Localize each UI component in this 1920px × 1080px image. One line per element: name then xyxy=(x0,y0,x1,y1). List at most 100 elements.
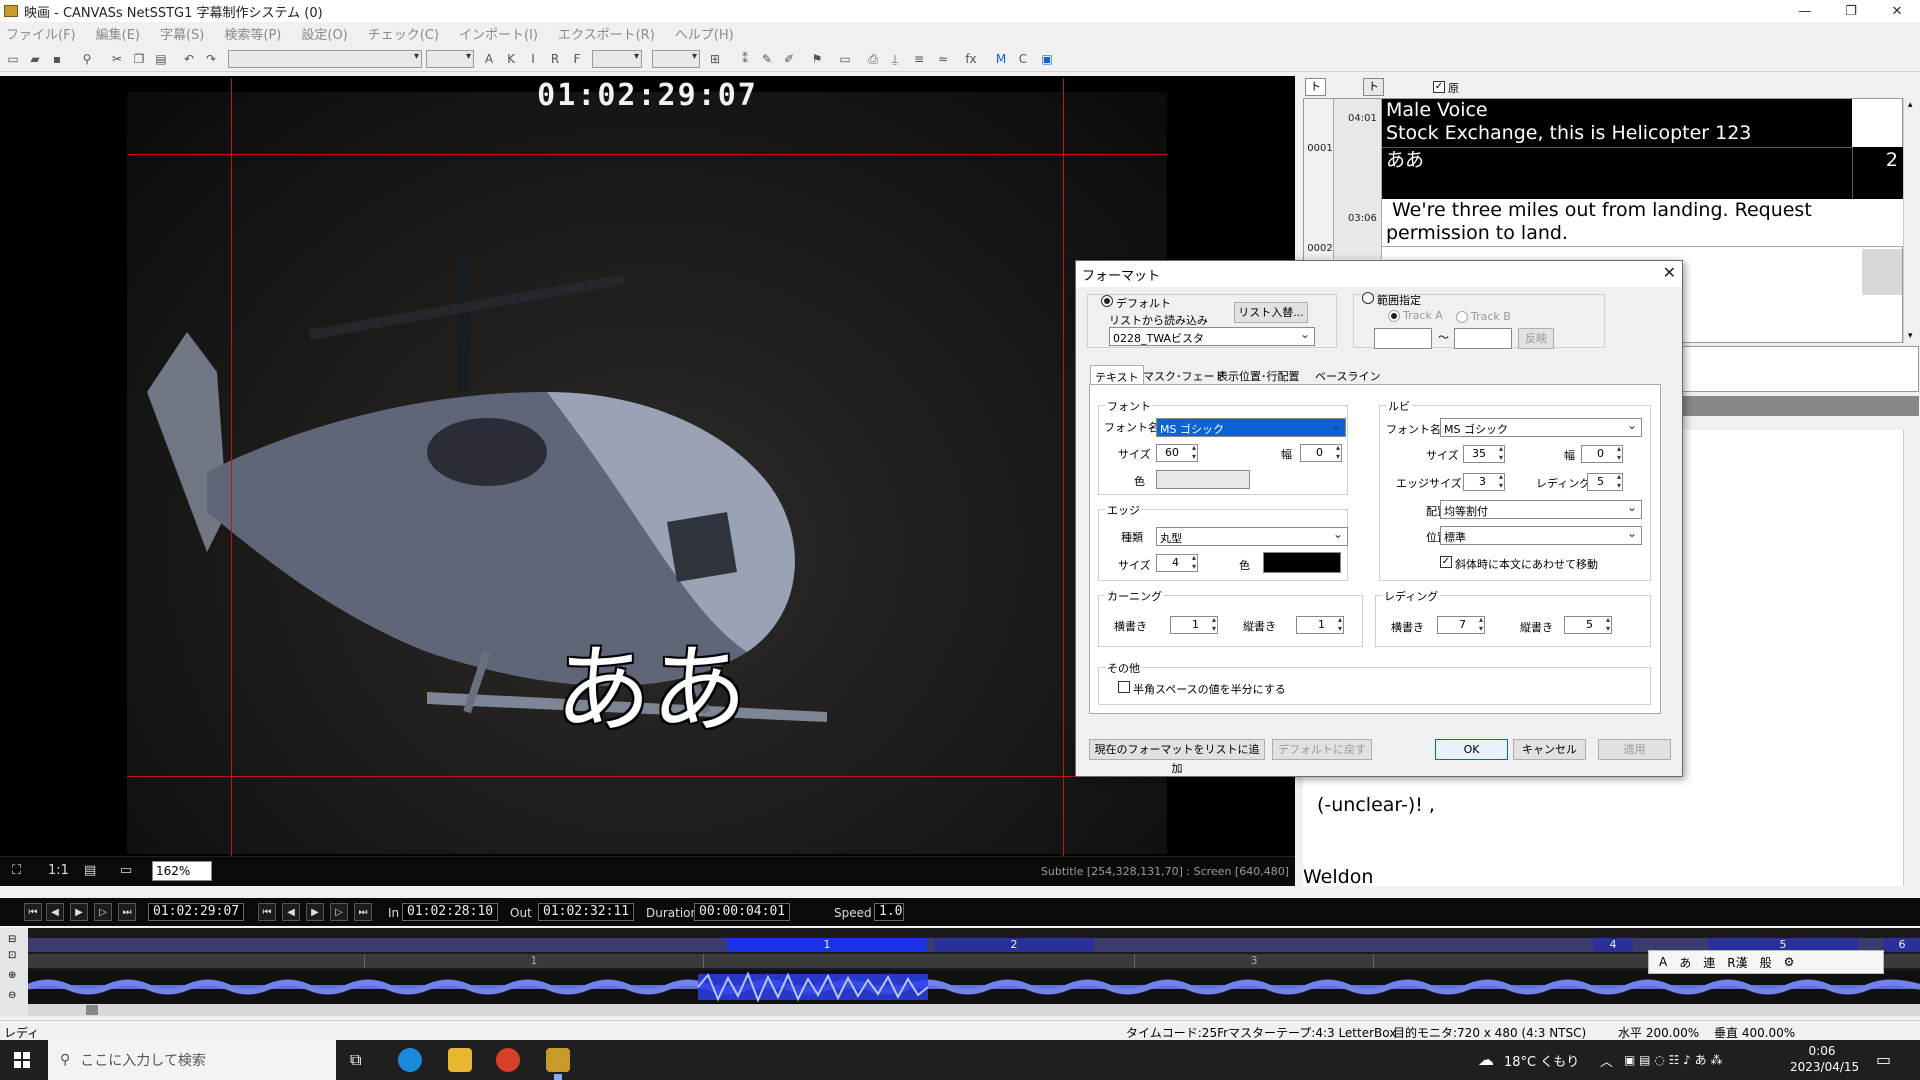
in-back-icon[interactable]: ◀ xyxy=(282,903,300,921)
track-b-radio[interactable] xyxy=(1456,311,1468,323)
track-a-seg-1[interactable]: 1 xyxy=(727,938,927,952)
reset-default-button[interactable]: デフォルトに戻す xyxy=(1272,739,1372,760)
ime-item-hiragana[interactable]: あ xyxy=(1679,954,1691,971)
ruby-leading-spinner[interactable]: 5 xyxy=(1587,472,1623,491)
add-format-button[interactable]: 現在のフォーマットをリストに追加 xyxy=(1089,739,1265,775)
redo-icon[interactable]: ↷ xyxy=(202,50,220,68)
ruby-position-select[interactable]: 標準 xyxy=(1440,526,1642,545)
font-color-swatch[interactable] xyxy=(1156,470,1250,489)
ime-mode-icon[interactable]: A xyxy=(1659,955,1667,969)
in-forward-icon[interactable]: ▷ xyxy=(330,903,348,921)
position-select[interactable] xyxy=(652,50,700,68)
edge-size-spinner[interactable]: 4 xyxy=(1156,553,1198,572)
open-folder-icon[interactable]: ▰ xyxy=(26,50,44,68)
track-b-seg-1[interactable]: 1 xyxy=(364,954,704,968)
original-scrollbar[interactable] xyxy=(1903,430,1919,886)
m-icon[interactable]: M xyxy=(992,50,1010,68)
search-icon[interactable]: ⚲ xyxy=(78,50,96,68)
current-timecode[interactable]: 01:02:29:07 xyxy=(148,903,244,921)
tab-track-a[interactable]: トラック A xyxy=(1305,78,1326,157)
zoom-ratio[interactable]: 1:1 xyxy=(48,863,69,878)
ime-item-general[interactable]: 般 xyxy=(1760,954,1772,971)
c-icon[interactable]: C xyxy=(1014,50,1032,68)
kerning-h-spinner[interactable]: 1 xyxy=(1170,615,1218,634)
menu-subtitle[interactable]: 字幕(S) xyxy=(160,24,204,43)
menu-search[interactable]: 検索等(P) xyxy=(224,24,281,43)
close-button[interactable]: ✕ xyxy=(1874,0,1920,22)
tray-chevron-icon[interactable]: ︿ xyxy=(1600,1051,1613,1070)
weather-icon[interactable]: ☁ xyxy=(1478,1050,1494,1069)
kerning-icon[interactable]: K xyxy=(502,50,520,68)
cancel-button[interactable]: キャンセル xyxy=(1513,739,1586,760)
ruby-size-spinner[interactable]: 35 xyxy=(1463,444,1505,463)
track-a-seg-6[interactable]: 6 xyxy=(1884,938,1920,952)
cut-icon[interactable]: ✂ xyxy=(108,50,126,68)
menu-export[interactable]: エクスポート(R) xyxy=(558,24,655,43)
menu-file[interactable]: ファイル(F) xyxy=(6,24,76,43)
italic-move-checkbox[interactable]: ✓ xyxy=(1440,556,1452,568)
bold-icon[interactable]: A xyxy=(480,50,498,68)
range-start-input[interactable] xyxy=(1374,328,1432,349)
print-icon[interactable]: ⎙ xyxy=(864,50,882,68)
ime-toolbar[interactable]: A あ 連 R漢 般 ⚙ xyxy=(1648,950,1884,974)
file-explorer-icon[interactable] xyxy=(448,1048,472,1072)
timeline-scrollbar[interactable] xyxy=(28,1004,1920,1016)
menu-edit[interactable]: 編集(E) xyxy=(96,24,140,43)
in-timecode[interactable]: 01:02:28:10 xyxy=(402,903,498,921)
tab-track-b[interactable]: トラック B xyxy=(1363,78,1384,157)
undo-icon[interactable]: ↶ xyxy=(180,50,198,68)
mark-icon[interactable]: ⁑ xyxy=(736,50,754,68)
track-a-radio[interactable] xyxy=(1388,310,1400,322)
duration-timecode[interactable]: 00:00:04:01 xyxy=(694,903,790,921)
in-play-icon[interactable]: ▶ xyxy=(306,903,324,921)
chrome-icon[interactable] xyxy=(496,1048,520,1072)
leading-h-spinner[interactable]: 7 xyxy=(1437,615,1485,634)
out-timecode[interactable]: 01:02:32:11 xyxy=(538,903,634,921)
ime-settings-icon[interactable]: ⚙ xyxy=(1784,955,1795,969)
list-scrollbar[interactable]: ▴ ▾ xyxy=(1903,98,1919,343)
dialog-close-icon[interactable]: ✕ xyxy=(1663,263,1676,282)
copy-icon[interactable]: ❐ xyxy=(130,50,148,68)
in-start-icon[interactable]: ⏮ xyxy=(258,903,276,921)
range-end-input[interactable] xyxy=(1454,328,1512,349)
font-width-spinner[interactable]: 0 xyxy=(1300,443,1342,462)
step-forward-icon[interactable]: ▷ xyxy=(94,903,112,921)
format-list-select[interactable]: 0228_TWAビスタ xyxy=(1109,327,1315,346)
font-size-spinner[interactable]: 60 xyxy=(1156,443,1198,462)
default-radio[interactable] xyxy=(1101,295,1113,307)
ruler-icon[interactable]: ▭ xyxy=(836,50,854,68)
edit-out-icon[interactable]: ✐ xyxy=(780,50,798,68)
audio-waveform[interactable] xyxy=(26,970,1920,1004)
tray-icons[interactable]: ▣ ▤ ◌ ☷ ♪ あ ⁂ xyxy=(1624,1051,1722,1068)
minimize-button[interactable]: — xyxy=(1782,0,1828,22)
font-select[interactable] xyxy=(228,50,422,68)
font-name-select[interactable]: MS ゴシック xyxy=(1156,418,1346,437)
track-a-lane[interactable]: 1 2 4 5 6 xyxy=(28,938,1920,952)
ruby-edge-size-spinner[interactable]: 3 xyxy=(1463,472,1505,491)
step-back-icon[interactable]: ◀ xyxy=(46,903,64,921)
vertical-icon[interactable]: F xyxy=(568,50,586,68)
size-select[interactable] xyxy=(426,50,474,68)
ime-item-continuous[interactable]: 連 xyxy=(1703,954,1715,971)
original-checkbox[interactable]: ✓ xyxy=(1433,81,1445,93)
play-icon[interactable]: ▶ xyxy=(70,903,88,921)
zoom-out-icon[interactable]: ⊖ xyxy=(8,990,16,1001)
edge-type-select[interactable]: 丸型 xyxy=(1156,527,1348,546)
style-select[interactable] xyxy=(592,50,642,68)
row-2-text-cell[interactable]: We're three miles out from landing. Requ… xyxy=(1382,199,1904,247)
fit-screen-icon[interactable]: ⛶ xyxy=(12,863,21,878)
function-icon[interactable]: fx xyxy=(962,50,980,68)
menu-check[interactable]: チェック(C) xyxy=(368,24,439,43)
taskbar-search[interactable]: ⚲ ここに入力して検索 xyxy=(48,1040,336,1080)
window-icon[interactable]: ▣ xyxy=(1038,50,1056,68)
notification-icon[interactable]: ▭ xyxy=(1876,1050,1891,1069)
edge-browser-icon[interactable] xyxy=(398,1048,422,1072)
kerning-v-spinner[interactable]: 1 xyxy=(1296,615,1344,634)
track-b-seg-3[interactable]: 3 xyxy=(1134,954,1374,968)
timeline[interactable]: ⊟ ⊡ ⊕ ⊖ 1 2 4 5 6 1 3 xyxy=(0,928,1920,1016)
pin-icon[interactable]: ⍊ xyxy=(886,50,904,68)
ime-item-kanji[interactable]: R漢 xyxy=(1727,954,1747,971)
scroll-up-icon[interactable]: ▴ xyxy=(1908,100,1913,110)
track-b-lane[interactable]: 1 3 xyxy=(28,954,1920,968)
italic-icon[interactable]: I xyxy=(524,50,542,68)
